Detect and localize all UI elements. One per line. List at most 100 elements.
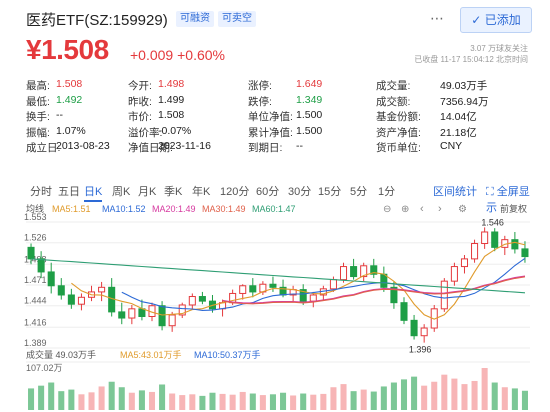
tab-period[interactable]: 15分 [318,183,341,199]
change-percent: +0.60% [177,47,225,63]
candle-body[interactable] [98,286,106,293]
stat-value: -0.07% [158,124,192,137]
page-title: 医药ETF(SZ:159929) [26,12,168,29]
volume-bar [350,391,357,410]
tab-period[interactable]: 年K [192,183,210,199]
volume-bar [521,390,528,410]
more-icon[interactable]: ⋯ [430,10,444,27]
adjust-label: 前复权 [500,203,527,214]
stat-value: 1.649 [296,78,323,90]
tab-period[interactable]: 季K [164,183,182,199]
candle-body[interactable] [158,305,166,327]
candle-body[interactable] [269,283,277,288]
tab-period[interactable]: 五日 [58,183,80,199]
candle-body[interactable] [77,296,85,305]
tab-period[interactable]: 分时 [30,183,52,199]
close-time: 已收盘 11-17 15:04:12 北京时间 [414,55,528,64]
volume-bar [340,384,347,410]
candle-body[interactable] [198,296,206,302]
stat-value: -- [296,140,303,152]
stat-value: 1.07% [56,124,86,137]
stat-value: 1.500 [296,124,323,137]
candle-body[interactable] [471,243,479,260]
candle-body[interactable] [491,231,499,248]
volume-bar [330,387,337,410]
zoom-in-icon: ⊕ [401,204,409,215]
volume-bar [118,387,125,410]
candle-body[interactable] [239,285,247,294]
candle-body[interactable] [450,266,458,282]
candle-body[interactable] [27,246,35,260]
candle-body[interactable] [410,319,418,337]
volume-bar [360,389,367,410]
volume-bar [159,384,166,410]
stat-label: 基金份额: [376,111,421,123]
tab-period[interactable]: 5分 [350,183,367,199]
candle-body[interactable] [511,239,519,250]
candle-body[interactable] [440,280,448,310]
candle-body[interactable] [249,285,257,293]
candle-body[interactable] [309,294,317,302]
candle-body[interactable] [67,294,75,305]
candle-body[interactable] [188,296,196,306]
volume-bar [108,381,115,410]
candle-body[interactable] [481,231,489,245]
candle-body[interactable] [339,266,348,281]
change-value: +0.009 [130,47,174,63]
followers-count: 3.07 万球友关注 [470,44,528,53]
candle-body[interactable] [420,327,428,337]
candle-body[interactable] [329,279,337,290]
volume-bar [451,378,458,410]
period-tabs: 区间统计 ⛶ 全屏显示 分时 五日 日K 周K 月K 季K 年K 120分 60分 30分 15分 5… [26,181,536,214]
volume-bar [58,391,65,410]
volume-bar [249,393,256,410]
stat-label: 货币单位: [376,142,421,154]
check-icon: ✓ [471,13,482,27]
stat-value: 14.04亿 [440,111,477,123]
candle-body[interactable] [138,308,146,317]
candle-body[interactable] [460,258,469,268]
volume-bar [380,386,387,410]
stat-label: 涨停: [248,80,272,92]
volume-bar [421,385,428,410]
kline-chart[interactable]: 均线 MA5:1.51 MA10:1.52 MA20:1.49 MA30:1.49 MA6… [0,200,550,412]
tab-period[interactable]: 周K [112,183,130,199]
stat-label: 振幅: [26,126,50,139]
volume-bar [179,395,186,410]
ma-legend-item: MA30:1.49 [202,204,246,214]
range-stats-link[interactable]: 区间统计 [433,183,477,199]
tab-period[interactable]: 60分 [256,183,279,199]
stat-label: 昨收: [128,95,152,108]
candle-body[interactable] [521,248,529,258]
candle-body[interactable] [47,271,55,287]
add-watchlist-button[interactable]: ✓ 已添加 [460,7,532,33]
tab-period[interactable]: 1分 [378,183,395,199]
candle-body[interactable] [37,258,45,273]
candle-body[interactable] [57,285,65,296]
stat-value: 1.349 [296,93,323,106]
stat-value: 1.500 [296,109,323,121]
stat-value: 1.499 [158,93,185,106]
stat-value: 2023-11-16 [158,140,211,152]
tab-period[interactable]: 月K [138,183,156,199]
candle-body[interactable] [350,266,358,278]
volume-bar [128,392,135,410]
volume-bar [290,395,297,410]
candle-body[interactable] [168,314,176,327]
tab-period[interactable]: 30分 [288,183,311,199]
stat-value: 1.508 [158,109,185,121]
stat-label: 跌停: [248,95,272,108]
volume-bar [370,391,377,410]
volume-bar [209,392,216,410]
candle-body[interactable] [128,308,136,319]
tag-margin-financing[interactable]: 可融资 [176,11,214,27]
tab-period[interactable]: 120分 [220,183,249,199]
tag-short-sell[interactable]: 可卖空 [218,11,256,27]
stat-label: 成交额: [376,95,411,108]
candle-body[interactable] [400,302,408,321]
candle-body[interactable] [118,311,126,319]
stat-label: 累计净值: [248,126,293,139]
y-tick-label: 1.416 [24,317,47,327]
stat-label: 到期日: [248,142,283,154]
volume-bar [199,395,206,410]
